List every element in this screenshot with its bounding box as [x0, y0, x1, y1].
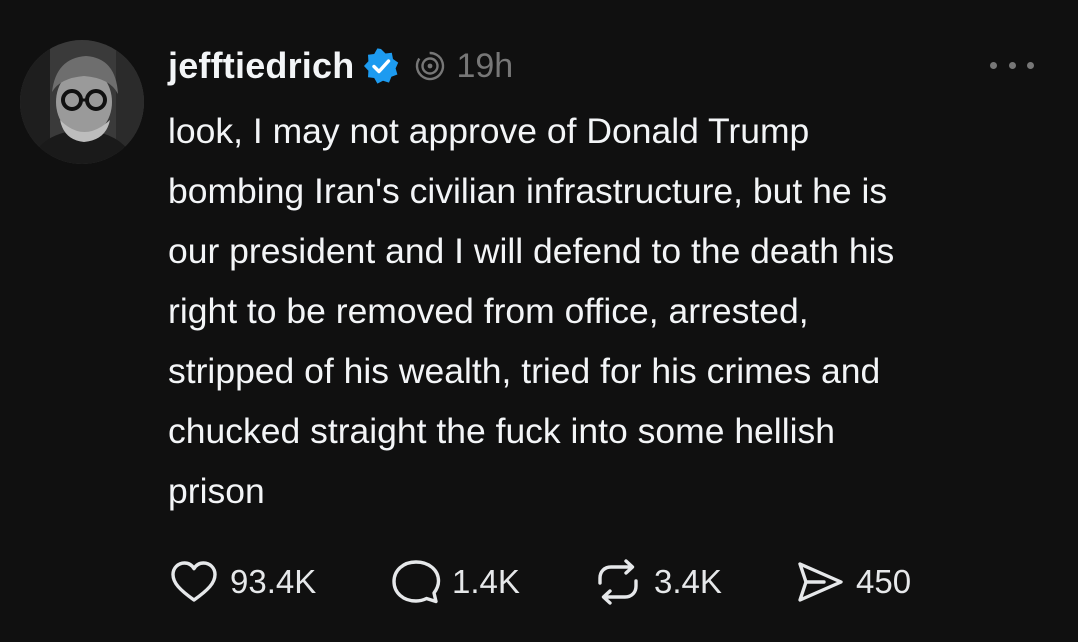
heart-icon	[171, 561, 217, 602]
send-icon	[798, 562, 843, 602]
avatar[interactable]	[20, 40, 144, 164]
reply-button[interactable]: 1.4K	[390, 556, 520, 608]
post-body-text: look, I may not approve of Donald Trump …	[168, 101, 1038, 521]
post-text-line: right to be removed from office, arreste…	[168, 291, 809, 331]
repost-count: 3.4K	[654, 563, 722, 600]
reply-count: 1.4K	[452, 563, 520, 600]
post-text-line: stripped of his wealth, tried for his cr…	[168, 351, 881, 391]
more-options-icon[interactable]	[990, 50, 1034, 80]
verified-badge-icon	[362, 47, 400, 85]
post-text-line: bombing Iran's civilian infrastructure, …	[168, 171, 888, 211]
username-link[interactable]: jefftiedrich	[168, 45, 354, 87]
share-button[interactable]: 450	[794, 556, 911, 608]
post-timestamp: 19h	[456, 46, 514, 85]
like-count: 93.4K	[230, 563, 317, 600]
repost-button[interactable]: 3.4K	[592, 556, 722, 608]
repost-icon	[598, 559, 638, 605]
more-dot	[1008, 61, 1016, 69]
post-card: jefftiedrich 19h look, I may not approve…	[0, 0, 1078, 642]
post-text-line: our president and I will defend to the d…	[168, 231, 895, 271]
more-dot	[1027, 61, 1034, 69]
post-text-line: chucked straight the fuck into some hell…	[168, 411, 835, 451]
post-header: jefftiedrich 19h	[168, 40, 513, 92]
post-text-line: prison	[168, 471, 265, 511]
like-button[interactable]: 93.4K	[168, 556, 316, 608]
more-dot	[990, 61, 997, 69]
threads-glyph-icon	[414, 50, 446, 82]
comment-icon	[392, 560, 441, 604]
share-count: 450	[856, 563, 912, 600]
post-text-line: look, I may not approve of Donald Trump	[168, 111, 810, 151]
